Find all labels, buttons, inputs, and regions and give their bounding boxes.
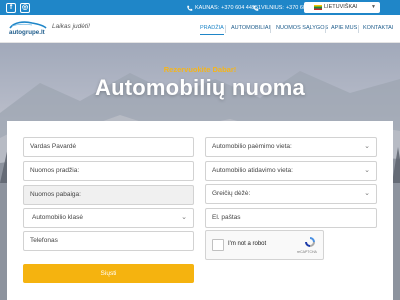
logo-text: autogrupe.lt [9, 29, 45, 36]
lithuania-flag-icon [314, 5, 322, 10]
recaptcha-brand-text: reCAPTCHA [297, 250, 317, 254]
pickup-location-label: Automobilio paėmimo vieta: [212, 143, 292, 150]
car-class-label: Automobilio klasė [32, 214, 83, 221]
pickup-location-select[interactable]: Automobilio paėmimo vieta: ⌄ [205, 137, 377, 157]
return-location-select[interactable]: Automobilio atidavimo vieta: ⌄ [205, 161, 377, 181]
nav-divider [270, 25, 271, 33]
phone-input[interactable]: Telefonas [23, 231, 194, 251]
site-logo[interactable]: autogrupe.lt [6, 19, 50, 37]
facebook-icon[interactable]: f [6, 3, 16, 13]
chevron-down-icon: ⌄ [364, 143, 370, 150]
rental-start-input[interactable]: Nuomos pradžia: [23, 161, 194, 181]
recaptcha-logo-icon [305, 237, 315, 247]
nav-item-cars[interactable]: AUTOMOBILIAI [231, 25, 270, 31]
contact-city: VILNIUS: [261, 5, 284, 11]
return-location-label: Automobilio atidavimo vieta: [212, 167, 293, 174]
phone-icon [187, 5, 193, 11]
gearbox-select[interactable]: Greičių dėžė: ⌄ [205, 184, 377, 204]
nav-divider [225, 25, 226, 33]
recaptcha-label: I'm not a robot [228, 241, 267, 247]
language-label: LIETUVIŠKAI [324, 4, 358, 10]
instagram-icon[interactable]: ◎ [20, 3, 30, 13]
contact-kaunas[interactable]: KAUNAS: +370 604 44951 [186, 3, 261, 13]
contact-city: KAUNAS: [195, 5, 220, 11]
chevron-down-icon: ⌄ [181, 214, 187, 221]
top-bar: f ◎ KAUNAS: +370 604 44951 VILNIUS: +370… [0, 0, 400, 15]
car-class-select[interactable]: Automobilio klasė ⌄ [23, 208, 194, 228]
hero-subtitle: Rezervuokite Dabar! [163, 65, 237, 74]
chevron-down-icon: ⌄ [364, 167, 370, 174]
email-input[interactable]: El. paštas [205, 208, 377, 228]
nav-item-home[interactable]: PRADŽIA [200, 25, 224, 35]
nav-divider [325, 25, 326, 33]
gearbox-label: Greičių dėžė: [212, 190, 251, 197]
main-navbar: autogrupe.lt Laikas judėti! PRADŽIA AUTO… [0, 15, 400, 43]
brand-slogan: Laikas judėti! [52, 23, 90, 30]
phone-icon [253, 5, 259, 11]
chevron-down-icon: ▼ [371, 4, 376, 10]
recaptcha-checkbox[interactable] [212, 239, 224, 251]
submit-button[interactable]: Siųsti [23, 264, 194, 283]
rental-end-input[interactable]: Nuomos pabaiga: [23, 185, 194, 205]
hero-title: Automobilių nuoma [95, 75, 305, 100]
nav-item-about[interactable]: APIE MUS [331, 25, 357, 31]
recaptcha-widget: I'm not a robot reCAPTCHA [205, 230, 324, 260]
nav-divider [358, 25, 359, 33]
nav-item-contacts[interactable]: KONTAKTAI [363, 25, 393, 31]
chevron-down-icon: ⌄ [364, 190, 370, 197]
language-select[interactable]: LIETUVIŠKAI ▼ [304, 2, 380, 13]
full-name-input[interactable]: Vardas Pavardė [23, 137, 194, 157]
nav-item-rental-terms[interactable]: NUOMOS SĄLYGOS [276, 25, 328, 31]
